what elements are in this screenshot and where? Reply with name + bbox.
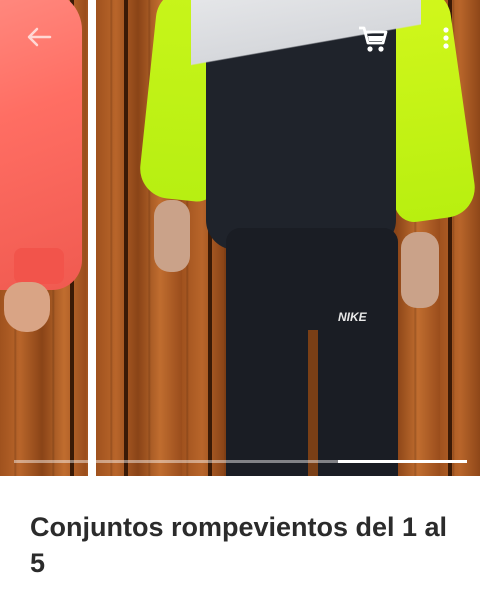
product-title: Conjuntos rompevientos del 1 al 5 [30,512,448,578]
gallery-previous-photo[interactable] [0,0,88,476]
hand-right [401,232,439,308]
product-image-gallery[interactable]: NIKE [0,0,480,476]
pink-jacket-cuff [14,248,64,284]
gallery-current-photo[interactable]: NIKE [96,0,480,476]
hand [4,282,50,332]
brand-logo-text: NIKE [338,310,367,324]
hand-left [154,200,190,272]
gallery-page-indicator-active [338,460,467,463]
plank-gap [124,0,128,476]
shopping-cart-icon[interactable] [356,22,390,56]
more-vert-icon[interactable] [436,24,456,54]
back-arrow-icon[interactable] [24,22,54,52]
pants-leg-gap [308,330,318,476]
photo-divider [88,0,96,476]
